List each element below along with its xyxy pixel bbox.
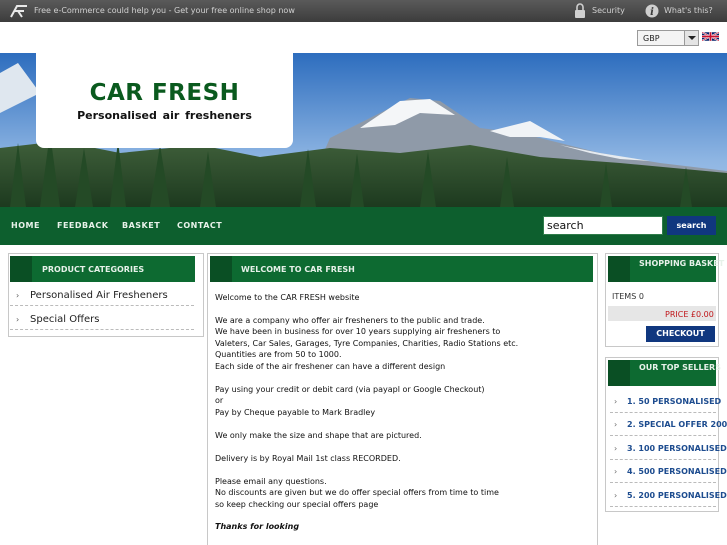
category-label: Personalised Air Fresheners [30,290,168,301]
welcome-signoff: Thanks for looking [215,522,300,531]
search-button[interactable]: search [667,216,716,235]
welcome-text: No discounts are given but we do offer s… [215,488,499,497]
top-seller-label: 5. 200 PERSONALISED [627,491,727,500]
svg-text:i: i [650,7,654,18]
category-item[interactable]: › Personalised Air Fresheners [10,286,194,306]
basket-items: ITEMS 0 [612,292,644,301]
welcome-text: We have been in business for over 10 yea… [215,327,501,336]
welcome-title: WELCOME TO CAR FRESH [241,265,355,274]
lock-icon[interactable] [573,3,587,19]
top-bar: Free e-Commerce could help you - Get you… [0,0,727,22]
shop-logo-icon[interactable] [9,3,29,19]
top-sellers-header: OUR TOP SELLERS [608,360,721,386]
chevron-right-icon: › [614,467,618,476]
promo-link[interactable]: Free e-Commerce could help you - Get you… [34,6,295,15]
chevron-down-icon[interactable] [684,31,698,45]
currency-select[interactable]: GBP [637,30,699,46]
top-seller-label: 2. SPECIAL OFFER 200 [627,420,727,429]
welcome-text: Each side of the air freshener can have … [215,362,446,371]
security-link[interactable]: Security [592,6,625,15]
category-label: Special Offers [30,314,100,325]
top-seller-label: 4. 500 PERSONALISED [627,467,727,476]
nav-contact[interactable]: CONTACT [177,221,222,230]
basket-title: SHOPPING BASKET [639,259,725,268]
chevron-right-icon: › [16,291,20,300]
header-square [608,256,630,282]
welcome-text: Welcome to the CAR FRESH website [215,293,360,302]
site-subtitle: Personalised air fresheners [77,109,252,122]
welcome-text: Quantities are from 50 to 1000. [215,350,342,359]
welcome-text: Valeters, Car Sales, Garages, Tyre Compa… [215,339,519,348]
welcome-text: Delivery is by Royal Mail 1st class RECO… [215,454,401,463]
nav-feedback[interactable]: FEEDBACK [57,221,108,230]
welcome-text: so keep checking our special offers page [215,500,379,509]
uk-flag-icon[interactable] [702,31,719,42]
welcome-text: We only make the size and shape that are… [215,431,422,440]
categories-header: PRODUCT CATEGORIES [10,256,195,282]
header-square [210,256,232,282]
info-icon[interactable]: i [645,3,659,19]
welcome-text: Please email any questions. [215,477,327,486]
chevron-right-icon: › [16,315,20,324]
nav-basket[interactable]: BASKET [122,221,160,230]
welcome-text: Pay using your credit or debit card (via… [215,385,485,394]
header-square [608,360,630,386]
nav-home[interactable]: HOME [11,221,40,230]
basket-header: SHOPPING BASKET [608,256,724,282]
top-seller-item[interactable]: › 5. 200 PERSONALISED [610,484,727,507]
top-sellers-title: OUR TOP SELLERS [639,363,721,372]
currency-value: GBP [643,34,660,43]
top-seller-item[interactable]: › 4. 500 PERSONALISED [610,460,727,483]
chevron-right-icon: › [614,491,618,500]
chevron-right-icon: › [614,420,618,429]
category-item[interactable]: › Special Offers [10,310,194,330]
welcome-header: WELCOME TO CAR FRESH [210,256,593,282]
site-title: CAR FRESH [89,80,240,106]
welcome-text: We are a company who offer air freshener… [215,316,485,325]
whats-this-link[interactable]: What's this? [664,6,713,15]
basket-price: PRICE £0.00 [665,310,714,319]
welcome-text: or [215,396,224,405]
checkout-button[interactable]: CHECKOUT [646,326,715,342]
site-logo[interactable]: CAR FRESH Personalised air fresheners [36,53,293,148]
welcome-text: Pay by Cheque payable to Mark Bradley [215,408,376,417]
categories-title: PRODUCT CATEGORIES [42,265,145,274]
top-seller-item[interactable]: › 2. SPECIAL OFFER 200 [610,413,727,436]
header-square [10,256,32,282]
top-seller-label: 3. 100 PERSONALISED [627,444,727,453]
chevron-right-icon: › [614,444,618,453]
chevron-right-icon: › [614,397,618,406]
top-seller-item[interactable]: › 3. 100 PERSONALISED [610,437,727,460]
top-seller-label: 1. 50 PERSONALISED [627,397,722,406]
search-input[interactable] [543,216,663,235]
top-seller-item[interactable]: › 1. 50 PERSONALISED [610,390,721,413]
